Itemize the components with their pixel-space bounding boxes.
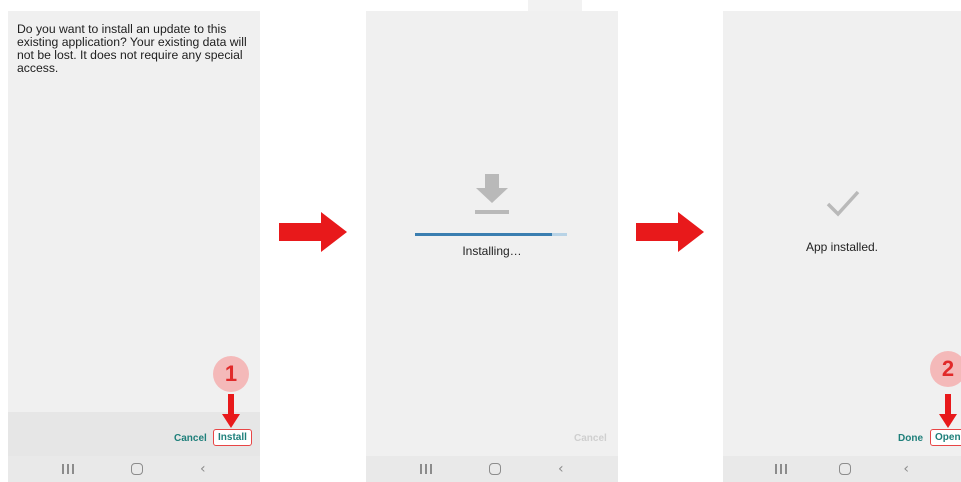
- installing-screen: Installing… Cancel ‹: [366, 11, 618, 482]
- navigation-bar: ‹: [723, 456, 961, 482]
- action-bar: Done Open: [723, 412, 961, 456]
- navigation-bar: ‹: [8, 456, 260, 482]
- navigation-bar: ‹: [366, 456, 618, 482]
- step-badge-1: 1: [213, 356, 249, 392]
- install-progress-bar: [415, 233, 567, 236]
- back-icon[interactable]: ‹: [558, 462, 564, 476]
- arrow-right-icon: [636, 212, 704, 252]
- download-icon: [475, 174, 509, 214]
- home-icon[interactable]: [131, 463, 144, 475]
- step-badge-2: 2: [930, 351, 961, 387]
- arrow-right-icon: [279, 212, 347, 252]
- install-button[interactable]: Install: [213, 429, 252, 446]
- cancel-button[interactable]: Cancel: [174, 433, 207, 444]
- installed-screen: App installed. Done Open ‹: [723, 11, 961, 482]
- progress-fill: [415, 233, 552, 236]
- checkmark-icon: [826, 190, 860, 217]
- recents-icon[interactable]: [420, 464, 433, 474]
- installed-status: App installed.: [805, 240, 879, 254]
- home-icon[interactable]: [489, 463, 502, 475]
- arrow-down-icon: [939, 394, 957, 428]
- open-button[interactable]: Open: [930, 429, 961, 446]
- action-bar: Cancel: [366, 412, 618, 456]
- done-button[interactable]: Done: [898, 433, 923, 444]
- installing-status: Installing…: [462, 244, 522, 258]
- home-icon[interactable]: [839, 463, 852, 475]
- recents-icon[interactable]: [62, 464, 75, 474]
- arrow-down-icon: [222, 394, 240, 428]
- back-icon[interactable]: ‹: [903, 462, 909, 476]
- recents-icon[interactable]: [775, 464, 788, 474]
- update-message: Do you want to install an update to this…: [17, 22, 247, 75]
- back-icon[interactable]: ‹: [200, 462, 206, 476]
- cancel-button-disabled: Cancel: [574, 433, 607, 444]
